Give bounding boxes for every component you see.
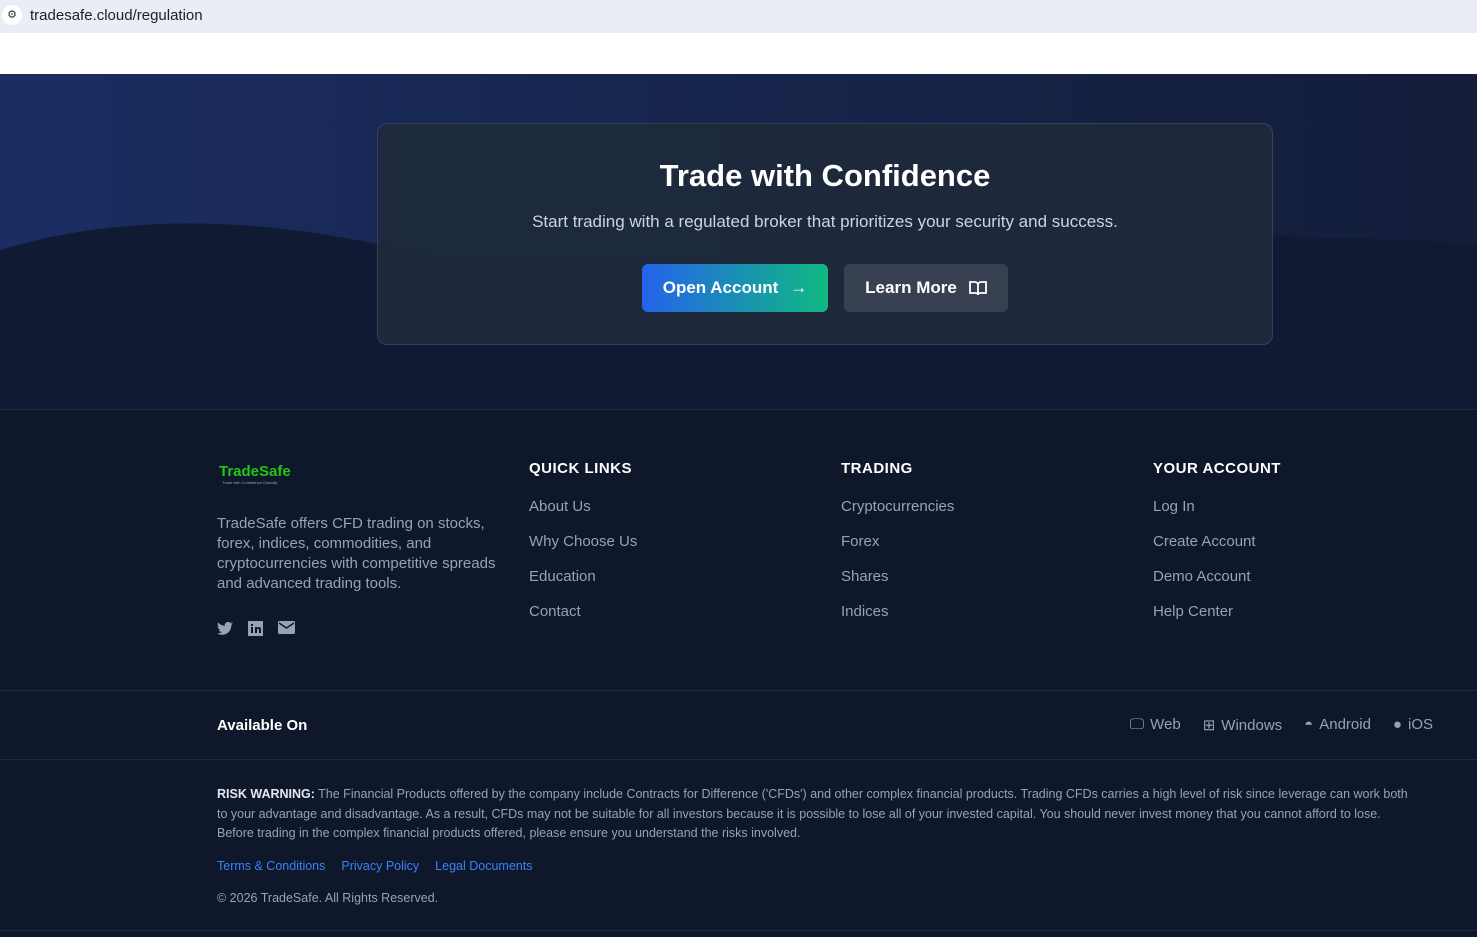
footer-link[interactable]: Shares: [841, 568, 954, 585]
footer-link[interactable]: Log In: [1153, 498, 1281, 515]
footer-link[interactable]: Cryptocurrencies: [841, 498, 954, 515]
monitor-icon: 🖵: [1129, 716, 1145, 733]
social-links: [217, 621, 295, 636]
available-on-label: Available On: [217, 717, 308, 734]
logo-tagline: Trade with Confidence Globally: [222, 480, 278, 485]
windows-icon: ⊞: [1202, 717, 1216, 734]
divider: [0, 690, 1477, 691]
column-title: YOUR ACCOUNT: [1153, 460, 1281, 477]
platform-label: Windows: [1221, 717, 1283, 734]
platform-android[interactable]: ◓ Android: [1304, 716, 1371, 734]
divider: [0, 930, 1477, 931]
logo-name: TradeSafe: [219, 463, 291, 480]
divider: [0, 759, 1477, 760]
footer-link[interactable]: Why Choose Us: [529, 533, 637, 550]
platform-label: Android: [1319, 716, 1371, 733]
footer-link[interactable]: Contact: [529, 603, 637, 620]
terms-link[interactable]: Terms & Conditions: [217, 859, 325, 873]
platform-windows[interactable]: ⊞ Windows: [1203, 716, 1282, 734]
footer-link[interactable]: Help Center: [1153, 603, 1281, 620]
apple-icon: ●: [1392, 716, 1402, 733]
platform-label: iOS: [1407, 716, 1433, 733]
open-account-label: Open Account: [662, 278, 779, 297]
cta-subtitle: Start trading with a regulated broker th…: [532, 212, 1118, 231]
platform-list: 🖵 Web ⊞ Windows ◓ Android ● iOS: [1130, 716, 1433, 734]
linkedin-icon[interactable]: [248, 621, 263, 636]
footer-link[interactable]: Demo Account: [1153, 568, 1281, 585]
risk-label: RISK WARNING:: [217, 787, 315, 801]
footer-link[interactable]: Education: [529, 568, 637, 585]
account-column: YOUR ACCOUNT Log In Create Account Demo …: [1153, 460, 1281, 638]
platform-web[interactable]: 🖵 Web: [1130, 716, 1181, 734]
column-title: TRADING: [841, 460, 913, 477]
quick-links-column: QUICK LINKS About Us Why Choose Us Educa…: [529, 460, 637, 638]
email-icon[interactable]: [278, 621, 295, 634]
cta-card: Trade with Confidence Start trading with…: [377, 123, 1273, 345]
learn-more-button[interactable]: Learn More: [844, 264, 1008, 312]
twitter-icon[interactable]: [217, 621, 233, 636]
android-icon: ◓: [1304, 716, 1314, 733]
risk-warning: RISK WARNING: The Financial Products off…: [217, 785, 1417, 844]
open-account-button[interactable]: Open Account →: [642, 264, 828, 312]
platform-label: Web: [1150, 716, 1181, 733]
legal-links: Terms & Conditions Privacy Policy Legal …: [217, 859, 532, 873]
footer-link[interactable]: About Us: [529, 498, 637, 515]
column-title: QUICK LINKS: [529, 460, 632, 477]
header-space: [0, 33, 1477, 74]
footer-logo[interactable]: TradeSafe Trade with Confidence Globally: [219, 463, 291, 485]
book-open-icon: [968, 281, 987, 296]
arrow-right-icon: →: [790, 278, 808, 297]
address-bar[interactable]: ⚙ tradesafe.cloud/regulation: [0, 0, 1477, 33]
site-settings-icon[interactable]: ⚙: [2, 5, 22, 25]
divider: [0, 409, 1477, 410]
footer-link[interactable]: Forex: [841, 533, 954, 550]
copyright: © 2026 TradeSafe. All Rights Reserved.: [217, 891, 439, 905]
platform-ios[interactable]: ● iOS: [1393, 716, 1433, 734]
risk-text: The Financial Products offered by the co…: [217, 787, 1408, 840]
url-text[interactable]: tradesafe.cloud/regulation: [30, 7, 203, 24]
legal-documents-link[interactable]: Legal Documents: [435, 859, 532, 873]
footer-link[interactable]: Create Account: [1153, 533, 1281, 550]
privacy-link[interactable]: Privacy Policy: [341, 859, 419, 873]
learn-more-label: Learn More: [865, 278, 957, 297]
footer-link[interactable]: Indices: [841, 603, 954, 620]
brand-description: TradeSafe offers CFD trading on stocks, …: [217, 515, 496, 592]
trading-column: TRADING Cryptocurrencies Forex Shares In…: [841, 460, 954, 638]
cta-title: Trade with Confidence: [659, 158, 991, 193]
